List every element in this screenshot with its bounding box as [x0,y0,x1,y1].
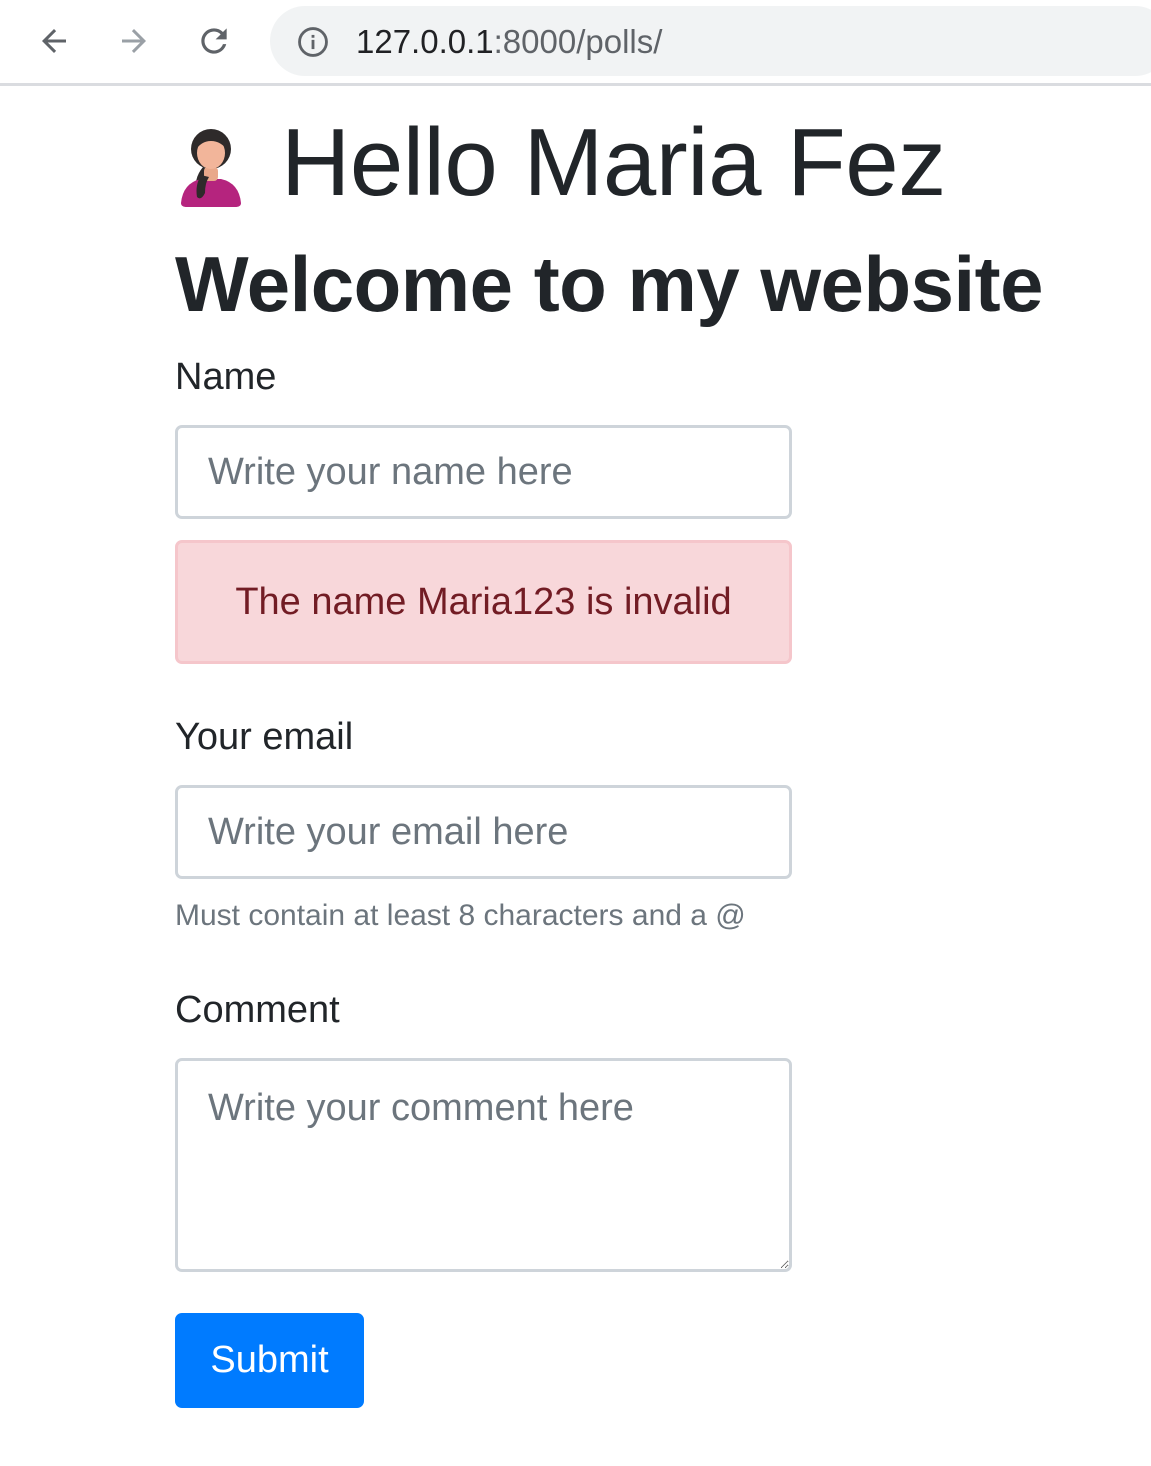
email-label: Your email [175,716,354,758]
url-path: :8000/polls/ [493,23,663,60]
comment-textarea[interactable] [175,1058,792,1272]
address-bar[interactable]: 127.0.0.1:8000/polls/ [270,6,1151,76]
url-host: 127.0.0.1 [356,23,494,60]
page-title: Welcome to my website [175,240,1044,328]
email-help-text: Must contain at least 8 characters and a… [175,899,746,932]
arrow-left-icon [42,29,66,53]
name-label: Name [175,356,277,398]
url-text[interactable]: 127.0.0.1:8000/polls/ [356,24,662,60]
reload-icon [201,28,227,54]
greeting-heading: Hello Maria Fez [175,108,946,218]
name-error-alert: The name Maria123 is invalid [175,540,792,664]
email-input[interactable] [175,785,792,879]
greeting-text: Hello Maria Fez [281,109,946,216]
forward-button[interactable] [112,16,156,66]
browser-toolbar: 127.0.0.1:8000/polls/ [0,0,1151,86]
info-circle-icon[interactable] [296,25,330,59]
back-button[interactable] [32,16,76,66]
reload-button[interactable] [192,16,236,66]
submit-label: Submit [210,1339,329,1381]
female-user-avatar-icon [181,129,241,207]
submit-button[interactable]: Submit [175,1313,364,1408]
name-error-text: The name Maria123 is invalid [235,580,732,623]
comment-label: Comment [175,989,340,1031]
arrow-right-icon [122,29,146,53]
name-input[interactable] [175,425,792,519]
